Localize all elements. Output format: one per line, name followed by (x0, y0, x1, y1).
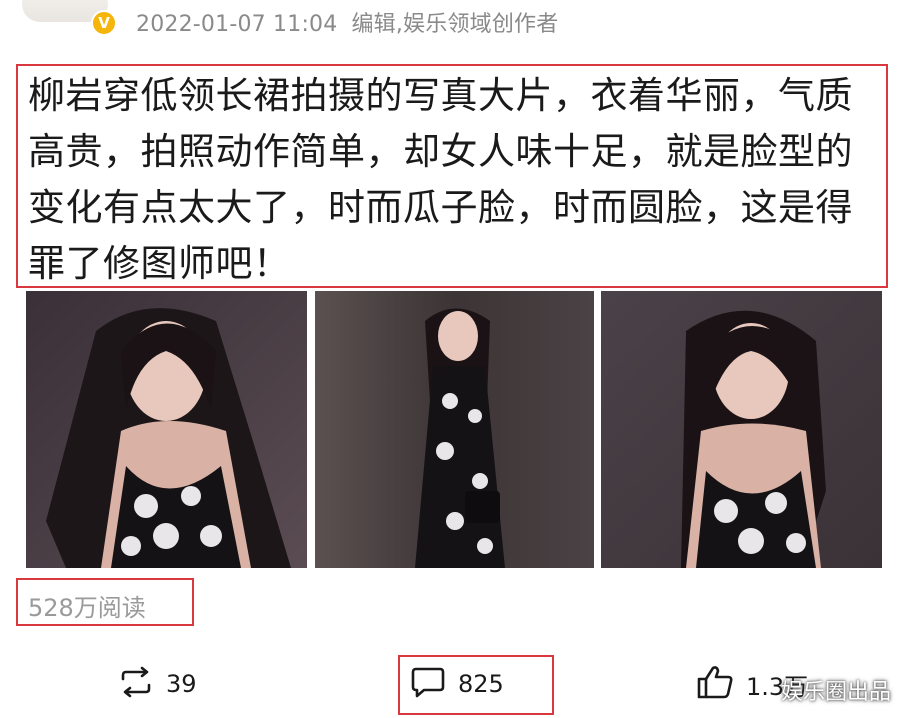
comment-count: 825 (458, 670, 504, 698)
comment-button[interactable]: 825 (410, 664, 504, 704)
like-icon (696, 664, 734, 704)
repost-button[interactable]: 39 (118, 664, 197, 704)
reads-highlight: 528万阅读 (16, 578, 194, 626)
post-photo-2[interactable] (315, 291, 594, 568)
comment-icon (410, 665, 446, 703)
post-header: V 2022-01-07 11:04 编辑,娱乐领域创作者 (0, 0, 905, 44)
read-count: 528万阅读 (28, 594, 146, 622)
repost-count: 39 (166, 670, 197, 698)
watermark: 娱乐圈出品 (780, 680, 891, 705)
action-bar: 39 825 1.3万 (0, 650, 905, 718)
repost-icon (118, 666, 154, 702)
post-meta: 2022-01-07 11:04 编辑,娱乐领域创作者 (136, 6, 558, 38)
post-timestamp: 2022-01-07 11:04 (136, 12, 338, 37)
post-photo-3[interactable] (601, 291, 882, 568)
author-role: 编辑,娱乐领域创作者 (351, 12, 559, 37)
post-text-highlight: 柳岩穿低领长裙拍摄的写真大片，衣着华丽，气质高贵，拍照动作简单，却女人味十足，就… (16, 64, 888, 288)
verified-icon: V (91, 10, 117, 36)
post-text: 柳岩穿低领长裙拍摄的写真大片，衣着华丽，气质高贵，拍照动作简单，却女人味十足，就… (28, 74, 853, 285)
post-photo-1[interactable] (26, 291, 307, 568)
